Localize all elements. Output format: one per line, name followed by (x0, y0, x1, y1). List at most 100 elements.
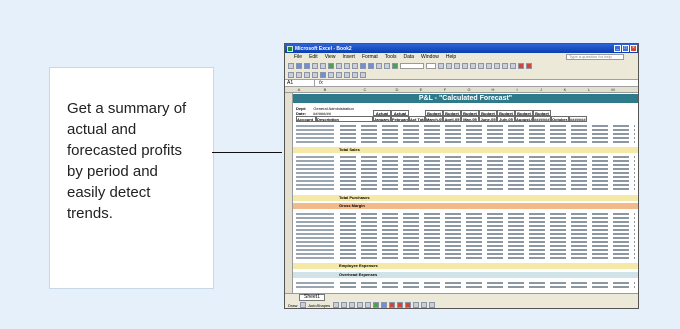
sort-icon[interactable] (384, 62, 390, 69)
toolbar-icon-9[interactable] (352, 71, 358, 78)
toolbar-icon-3[interactable] (304, 71, 310, 78)
arrow-tool-icon[interactable] (341, 302, 348, 308)
name-box[interactable]: A1 (285, 80, 315, 86)
worksheet-grid: A B C D E F G H I J K L M P&L - "Calcula… (285, 87, 638, 293)
data-row[interactable] (296, 168, 635, 171)
toolbar-icon-7[interactable] (336, 71, 342, 78)
data-row[interactable] (296, 137, 635, 140)
textbox-tool-icon[interactable] (365, 302, 372, 308)
autoshapes-menu[interactable]: AutoShapes (308, 303, 330, 308)
data-row[interactable] (296, 217, 635, 220)
open-folder-icon[interactable] (296, 62, 302, 69)
data-row[interactable] (296, 164, 635, 167)
rectangle-tool-icon[interactable] (349, 302, 356, 308)
toolbar-icon-5[interactable] (320, 71, 326, 78)
menu-edit[interactable]: Edit (309, 54, 318, 60)
print-preview-icon[interactable] (320, 62, 326, 69)
print-icon[interactable] (312, 62, 318, 69)
select-arrow-icon[interactable] (300, 302, 307, 308)
fx-icon[interactable]: fx (319, 80, 323, 86)
font-size-select[interactable] (426, 62, 436, 69)
undo-icon[interactable] (360, 62, 366, 69)
data-row[interactable] (296, 282, 635, 285)
data-row[interactable] (296, 156, 635, 159)
data-row[interactable] (296, 180, 635, 183)
align-center-icon[interactable] (470, 62, 476, 69)
fill-color-icon[interactable] (518, 62, 524, 69)
data-row[interactable] (296, 253, 635, 256)
help-search-input[interactable]: Type a question for help (566, 54, 624, 60)
borders-icon[interactable] (510, 62, 516, 69)
data-row[interactable] (296, 129, 635, 132)
toolbar-icon-1[interactable] (288, 71, 294, 78)
minimize-icon[interactable]: _ (614, 45, 621, 52)
data-row[interactable] (296, 184, 635, 187)
data-row[interactable] (296, 172, 635, 175)
data-row[interactable] (296, 286, 635, 289)
data-row[interactable] (296, 257, 635, 260)
data-row[interactable] (296, 213, 635, 216)
line-tool-icon[interactable] (333, 302, 340, 308)
align-left-icon[interactable] (462, 62, 468, 69)
italic-icon[interactable] (446, 62, 452, 69)
align-right-icon[interactable] (478, 62, 484, 69)
currency-icon[interactable] (494, 62, 500, 69)
close-icon[interactable]: × (630, 45, 637, 52)
redo-icon[interactable] (368, 62, 374, 69)
menu-format[interactable]: Format (362, 54, 378, 60)
menu-help[interactable]: Help (446, 54, 456, 60)
data-row[interactable] (296, 229, 635, 232)
paste-icon[interactable] (352, 62, 358, 69)
data-row[interactable] (296, 233, 635, 236)
data-row[interactable] (296, 160, 635, 163)
data-row[interactable] (296, 245, 635, 248)
line-color-draw-icon[interactable] (397, 302, 404, 308)
toolbar-icon-4[interactable] (312, 71, 318, 78)
data-row[interactable] (296, 176, 635, 179)
dash-style-icon[interactable] (421, 302, 428, 308)
merge-center-icon[interactable] (486, 62, 492, 69)
data-row[interactable] (296, 133, 635, 136)
gross-margin-label: Gross Margin (339, 203, 365, 208)
fill-color-draw-icon[interactable] (389, 302, 396, 308)
menu-tools[interactable]: Tools (385, 54, 397, 60)
font-name-select[interactable] (400, 62, 424, 69)
data-row[interactable] (296, 225, 635, 228)
shadow-icon[interactable] (429, 302, 436, 308)
draw-menu[interactable]: Draw (288, 303, 297, 308)
spelling-icon[interactable] (328, 62, 334, 69)
toolbar-icon-8[interactable] (344, 71, 350, 78)
data-row[interactable] (296, 249, 635, 252)
menu-data[interactable]: Data (403, 54, 414, 60)
copy-icon[interactable] (344, 62, 350, 69)
cut-icon[interactable] (336, 62, 342, 69)
data-row[interactable] (296, 125, 635, 128)
underline-icon[interactable] (454, 62, 460, 69)
line-style-icon[interactable] (413, 302, 420, 308)
menu-insert[interactable]: Insert (342, 54, 355, 60)
maximize-icon[interactable]: □ (622, 45, 629, 52)
autosum-icon[interactable] (376, 62, 382, 69)
new-file-icon[interactable] (288, 62, 294, 69)
data-row[interactable] (296, 188, 635, 191)
save-icon[interactable] (304, 62, 310, 69)
data-row[interactable] (296, 221, 635, 224)
font-color-icon[interactable] (526, 62, 532, 69)
menu-file[interactable]: File (294, 54, 302, 60)
menu-window[interactable]: Window (421, 54, 439, 60)
data-row[interactable] (296, 237, 635, 240)
data-row[interactable] (296, 241, 635, 244)
row-headers[interactable] (285, 93, 293, 293)
menu-view[interactable]: View (325, 54, 336, 60)
oval-tool-icon[interactable] (357, 302, 364, 308)
chart-wizard-icon[interactable] (392, 62, 398, 69)
data-row[interactable] (296, 141, 635, 144)
toolbar-icon-6[interactable] (328, 71, 334, 78)
bold-icon[interactable] (438, 62, 444, 69)
clipart-icon[interactable] (381, 302, 388, 308)
toolbar-icon-2[interactable] (296, 71, 302, 78)
wordart-icon[interactable] (373, 302, 380, 308)
percent-icon[interactable] (502, 62, 508, 69)
toolbar-icon-10[interactable] (360, 71, 366, 78)
font-color-draw-icon[interactable] (405, 302, 412, 308)
